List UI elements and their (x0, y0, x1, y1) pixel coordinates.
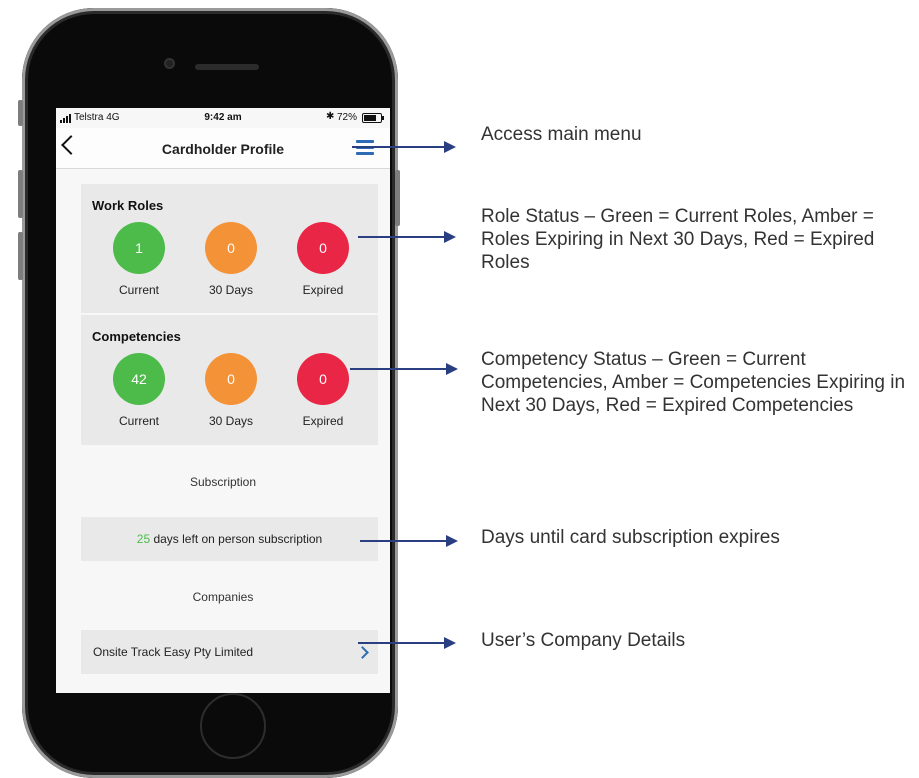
competency-current[interactable]: 42 Current (99, 353, 179, 428)
stat-label: 30 Days (208, 283, 254, 297)
annotation-competency-status: Competency Status – Green = Current Comp… (481, 349, 906, 416)
company-list-item[interactable]: Onsite Track Easy Pty Limited (81, 630, 378, 674)
subscription-row: 25 days left on person subscription (81, 517, 378, 561)
work-roles-panel: Work Roles 1 Current 0 30 Days 0 Expired (81, 184, 378, 313)
stat-label: 30 Days (208, 414, 254, 428)
subscription-text: days left on person subscription (150, 532, 323, 546)
stat-label: Current (118, 414, 159, 428)
app-screen: Telstra 4G 9:42 am ✱ 72% Cardholder Prof… (56, 108, 390, 693)
status-bar: Telstra 4G 9:42 am ✱ 72% (56, 108, 390, 128)
annotation-subscription: Days until card subscription expires (481, 527, 780, 548)
annotation-company: User’s Company Details (481, 630, 686, 651)
work-role-expired[interactable]: 0 Expired (283, 222, 363, 297)
arrow-right-icon (352, 141, 456, 153)
annotation-role-status: Role Status – Green = Current Roles, Amb… (481, 206, 875, 273)
page-title: Cardholder Profile (161, 141, 285, 157)
volume-up-button (18, 170, 23, 218)
subscription-days: 25 (136, 532, 151, 546)
stat-label: Current (118, 283, 159, 297)
mute-switch (18, 100, 23, 126)
competency-expired[interactable]: 0 Expired (283, 353, 363, 428)
arrow-right-icon (358, 231, 456, 243)
status-circle-red[interactable]: 0 (297, 353, 349, 405)
power-button (395, 170, 400, 226)
competencies-title: Competencies (92, 329, 181, 344)
earpiece-speaker (195, 64, 259, 70)
battery-icon (362, 113, 382, 123)
company-name: Onsite Track Easy Pty Limited (93, 645, 254, 659)
companies-header: Companies (192, 590, 254, 604)
work-roles-title: Work Roles (92, 198, 164, 213)
stat-label: Expired (302, 414, 344, 428)
home-button[interactable] (200, 693, 266, 759)
nav-bar: Cardholder Profile (56, 128, 390, 169)
chevron-right-icon[interactable] (356, 646, 369, 659)
status-circle-amber[interactable]: 0 (205, 353, 257, 405)
competencies-panel: Competencies 42 Current 0 30 Days 0 Expi… (81, 315, 378, 445)
front-camera (166, 60, 173, 67)
subscription-header: Subscription (189, 475, 257, 489)
annotation-menu: Access main menu (481, 124, 642, 145)
phone-frame: Telstra 4G 9:42 am ✱ 72% Cardholder Prof… (22, 8, 398, 778)
arrow-right-icon (358, 637, 456, 649)
status-circle-red[interactable]: 0 (297, 222, 349, 274)
arrow-right-icon (360, 535, 458, 547)
status-circle-amber[interactable]: 0 (205, 222, 257, 274)
hamburger-menu-icon[interactable] (356, 140, 374, 156)
battery-percent: 72% (337, 112, 358, 123)
status-circle-green[interactable]: 42 (113, 353, 165, 405)
work-role-30-days[interactable]: 0 30 Days (191, 222, 271, 297)
work-role-current[interactable]: 1 Current (99, 222, 179, 297)
volume-down-button (18, 232, 23, 280)
bluetooth-icon: ✱ (326, 111, 335, 122)
stat-label: Expired (302, 283, 344, 297)
competency-30-days[interactable]: 0 30 Days (191, 353, 271, 428)
status-circle-green[interactable]: 1 (113, 222, 165, 274)
arrow-right-icon (350, 363, 458, 375)
